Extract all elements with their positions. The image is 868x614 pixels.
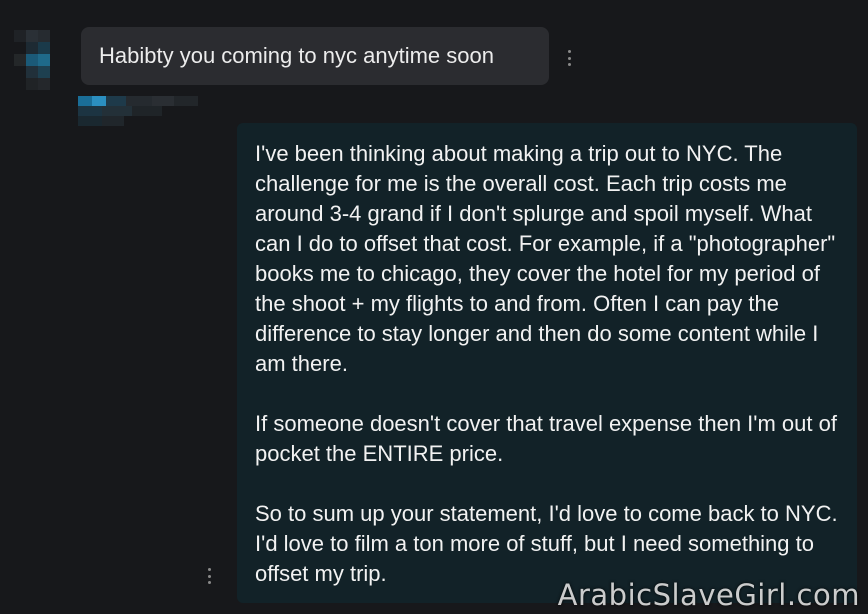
kebab-dot [567,50,571,53]
kebab-vertical-icon[interactable] [564,50,574,66]
watermark: ArabicSlaveGirl.com [557,578,860,612]
message-paragraph: So to sum up your statement, I'd love to… [255,501,838,586]
kebab-dot [567,56,571,60]
kebab-dot [207,568,211,571]
incoming-message-text: Habibty you coming to nyc anytime soon [99,43,494,68]
chat-window: Habibty you coming to nyc anytime soon I… [0,0,868,614]
kebab-dot [567,63,571,66]
kebab-dot [207,574,211,578]
message-paragraph: If someone doesn't cover that travel exp… [255,411,837,466]
cropped-text-fragment [440,0,480,4]
avatar[interactable] [14,30,72,102]
kebab-dot [207,581,211,584]
kebab-vertical-icon[interactable] [204,568,214,584]
outgoing-message-bubble[interactable]: I've been thinking about making a trip o… [237,123,857,603]
blurred-sender-name [78,92,200,132]
message-paragraph: I've been thinking about making a trip o… [255,141,836,376]
incoming-message-bubble[interactable]: Habibty you coming to nyc anytime soon [81,27,549,85]
